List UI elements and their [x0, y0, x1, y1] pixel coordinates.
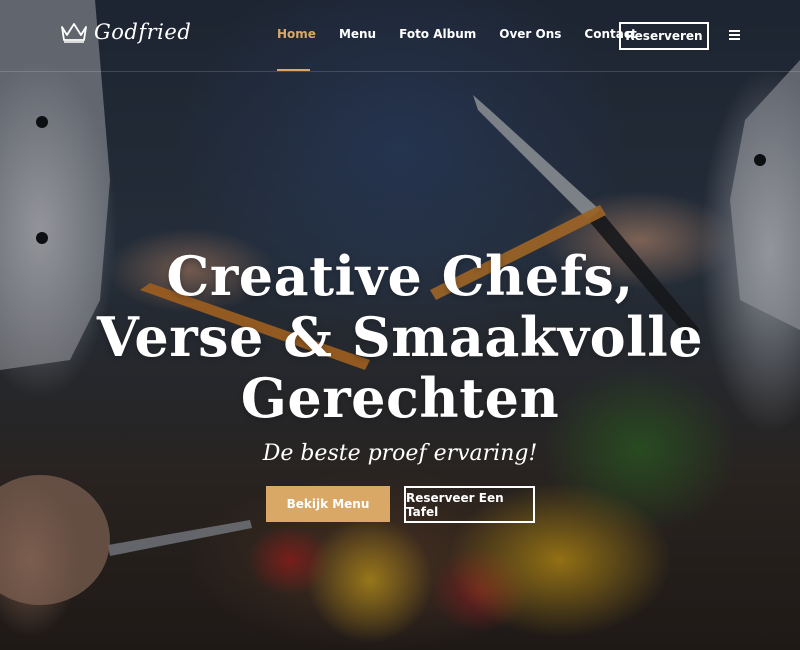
site-header: Godfried Home Menu Foto Album Over Ons C…	[0, 0, 800, 72]
hero-title-line-1: Creative Chefs,	[166, 244, 634, 308]
crown-icon	[61, 23, 87, 43]
view-menu-button[interactable]: Bekijk Menu	[266, 486, 390, 522]
hero-title: Creative Chefs, Verse & Smaakvolle Gerec…	[0, 246, 800, 429]
hero-title-line-2: Verse & Smaakvolle	[96, 305, 704, 369]
nav-item-foto-album[interactable]: Foto Album	[399, 27, 476, 41]
hamburger-menu-icon[interactable]	[729, 30, 740, 42]
logo-text: Godfried	[94, 20, 192, 44]
reserve-table-button[interactable]: Reserveer Een Tafel	[404, 486, 535, 523]
hero-tagline: De beste proef ervaring!	[262, 441, 538, 466]
hero-title-line-3: Gerechten	[240, 366, 560, 430]
nav-item-over-ons[interactable]: Over Ons	[499, 27, 561, 41]
reserve-button[interactable]: Reserveren	[619, 22, 709, 50]
nav-item-menu[interactable]: Menu	[339, 27, 376, 41]
main-navigation: Home Menu Foto Album Over Ons Contact	[277, 27, 660, 41]
site-logo[interactable]: Godfried	[60, 20, 191, 44]
active-nav-indicator	[277, 69, 310, 71]
nav-item-home[interactable]: Home	[277, 27, 316, 41]
